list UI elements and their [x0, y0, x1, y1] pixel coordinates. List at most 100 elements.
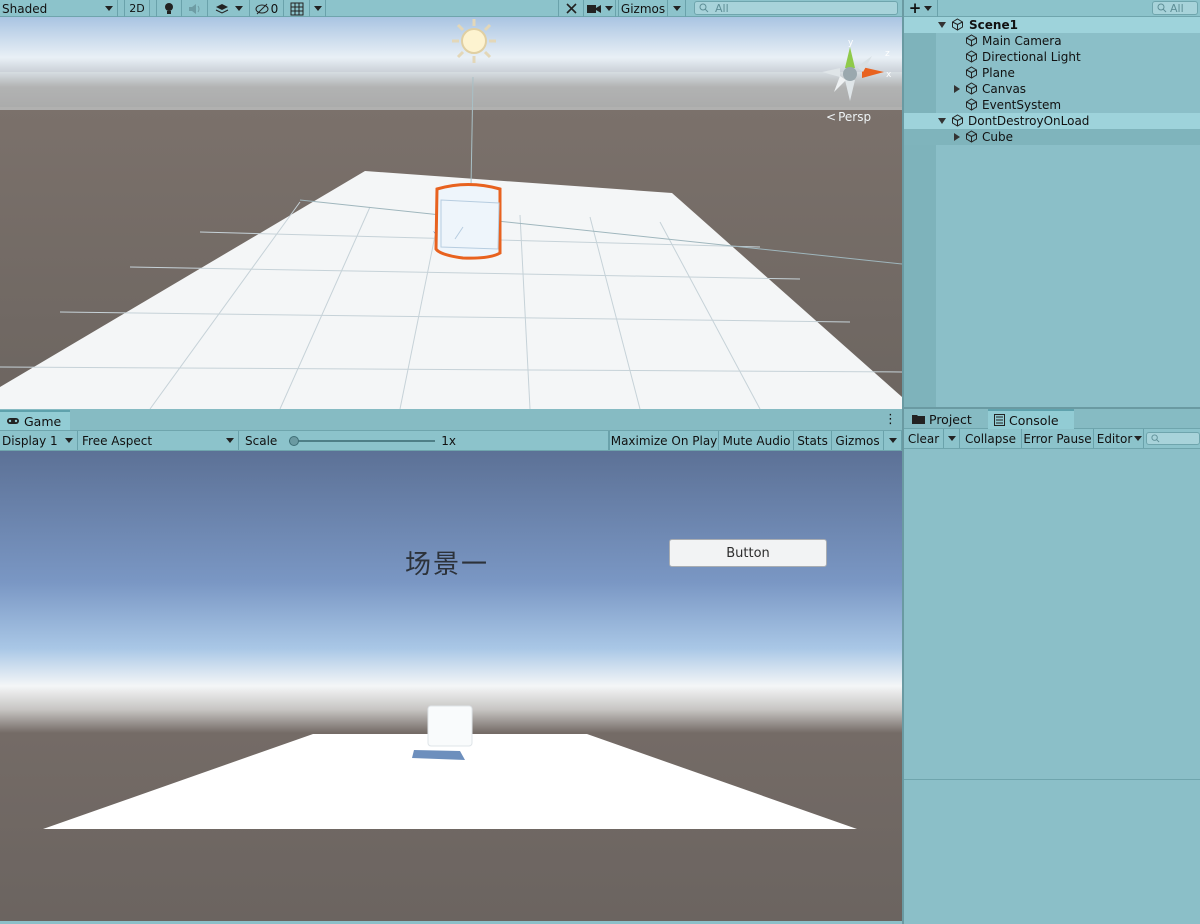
unity-scene-icon: [952, 114, 963, 127]
projection-label: Persp: [838, 110, 872, 124]
search-icon: [699, 3, 709, 13]
hierarchy-scene-row[interactable]: DontDestroyOnLoad: [904, 113, 1200, 129]
hierarchy-item-directional-light[interactable]: Directional Light: [904, 49, 1200, 65]
mute-audio-toggle[interactable]: Mute Audio: [720, 431, 794, 450]
chevron-down-icon: [313, 6, 322, 11]
eye-slash-icon: [255, 3, 269, 14]
chevron-down-icon: [1134, 436, 1143, 441]
2d-toggle-button[interactable]: 2D: [124, 0, 150, 17]
chevron-down-icon: [226, 438, 234, 443]
search-icon: [1151, 434, 1160, 443]
search-icon: [1157, 3, 1167, 13]
gizmo-z-label: z: [885, 49, 890, 59]
console-log-area[interactable]: [904, 449, 1200, 779]
gizmo-x-label: x: [886, 70, 892, 80]
gameobject-icon: [966, 34, 977, 47]
scale-value: 1x: [441, 433, 457, 448]
hierarchy-scene-row[interactable]: Scene1: [904, 17, 1200, 33]
scene-gizmos-dropdown[interactable]: [668, 0, 686, 17]
fold-down-icon[interactable]: [938, 22, 946, 28]
tab-game[interactable]: Game: [0, 410, 70, 430]
console-toolbar: Clear Collapse Error Pause Editor: [904, 429, 1200, 449]
lighting-toggle-button[interactable]: [156, 0, 182, 17]
editor-dropdown[interactable]: Editor: [1094, 429, 1144, 448]
hierarchy-item-plane[interactable]: Plane: [904, 65, 1200, 81]
hidden-objects-toggle[interactable]: 0: [250, 0, 284, 17]
ui-button[interactable]: Button: [669, 539, 827, 567]
tools-toggle-button[interactable]: [558, 0, 584, 17]
maximize-on-play-toggle[interactable]: Maximize On Play: [609, 431, 719, 450]
chevron-down-icon: [604, 6, 613, 11]
scene-name: Scene1: [969, 18, 1018, 32]
hierarchy-item-canvas[interactable]: Canvas: [904, 81, 1200, 97]
tab-console[interactable]: Console: [988, 409, 1074, 429]
game-gizmos-dropdown[interactable]: [884, 431, 902, 450]
chevron-left-icon: <: [826, 110, 837, 124]
folder-icon: [912, 415, 925, 424]
gamepad-icon: [7, 418, 19, 424]
hierarchy-search-input[interactable]: All: [1152, 1, 1198, 15]
effects-dropdown[interactable]: [208, 0, 250, 17]
hierarchy-panel: Scene1 Main Camera Directional Light Pla…: [904, 17, 1200, 407]
game-view[interactable]: 场景一 Button: [0, 451, 902, 921]
scale-slider-track: [289, 439, 436, 442]
draw-mode-dropdown[interactable]: Shaded: [0, 0, 118, 17]
more-options-icon[interactable]: ⋮: [884, 413, 897, 426]
collapse-toggle[interactable]: Collapse: [960, 429, 1022, 448]
plus-icon: +: [908, 0, 922, 17]
wrench-icon: [565, 3, 577, 14]
scene-search-input[interactable]: All: [694, 1, 898, 15]
error-pause-toggle[interactable]: Error Pause: [1022, 429, 1094, 448]
create-dropdown[interactable]: +: [904, 0, 938, 17]
layers-icon: [215, 3, 228, 14]
gameobject-icon: [966, 98, 977, 111]
scene-name: DontDestroyOnLoad: [968, 114, 1090, 128]
console-search-input[interactable]: [1146, 432, 1200, 445]
camera-dropdown[interactable]: [584, 0, 616, 17]
fold-right-icon[interactable]: [954, 133, 960, 141]
scale-slider[interactable]: [289, 435, 436, 447]
lightbulb-icon: [165, 3, 173, 14]
sun-icon: [452, 19, 496, 63]
hierarchy-item-eventsystem[interactable]: EventSystem: [904, 97, 1200, 113]
game-tab-strip: Game ⋮: [0, 409, 902, 431]
aspect-dropdown[interactable]: Free Aspect: [78, 431, 239, 450]
console-icon: [994, 414, 1005, 426]
scale-control: Scale 1x: [239, 431, 609, 450]
console-detail-area: [904, 780, 1200, 924]
display-dropdown[interactable]: Display 1: [0, 431, 78, 450]
gameobject-icon: [966, 82, 977, 95]
chevron-down-icon: [105, 6, 113, 11]
game-canvas: [0, 451, 902, 921]
cube-object: [433, 183, 502, 260]
tab-project[interactable]: Project: [906, 409, 986, 429]
scene-gizmos-button[interactable]: Gizmos: [618, 0, 668, 17]
grid-options-dropdown[interactable]: [310, 0, 326, 17]
projection-toggle[interactable]: < Persp: [826, 110, 871, 124]
chevron-down-icon: [924, 6, 933, 11]
audio-toggle-button[interactable]: [182, 0, 208, 17]
fold-right-icon[interactable]: [954, 85, 960, 93]
bottom-tab-strip: Project Console: [904, 409, 1200, 429]
grid-toggle-button[interactable]: [284, 0, 310, 17]
scene-view[interactable]: y z x < Persp: [0, 17, 902, 409]
clear-button[interactable]: Clear: [904, 429, 944, 448]
camera-icon: [586, 4, 601, 13]
hierarchy-item-main-camera[interactable]: Main Camera: [904, 33, 1200, 49]
scene-horizon: [0, 72, 902, 110]
scene-canvas: y z x: [0, 17, 902, 409]
scene-toolbar: Shaded 2D 0 Gizmos All: [0, 0, 902, 17]
scale-slider-thumb[interactable]: [289, 435, 300, 446]
chevron-down-icon: [888, 438, 897, 443]
gameobject-icon: [966, 66, 977, 79]
gameobject-icon: [966, 50, 977, 63]
hidden-count: 0: [270, 1, 279, 16]
speaker-icon: [188, 3, 199, 14]
game-toolbar: Display 1 Free Aspect Scale 1x Maximize …: [0, 431, 902, 451]
fold-down-icon[interactable]: [938, 118, 946, 124]
hierarchy-item-cube[interactable]: Cube: [904, 129, 1200, 145]
game-gizmos-button[interactable]: Gizmos: [832, 431, 884, 450]
game-cube: [427, 705, 473, 747]
stats-toggle[interactable]: Stats: [794, 431, 832, 450]
clear-options-dropdown[interactable]: [944, 429, 960, 448]
